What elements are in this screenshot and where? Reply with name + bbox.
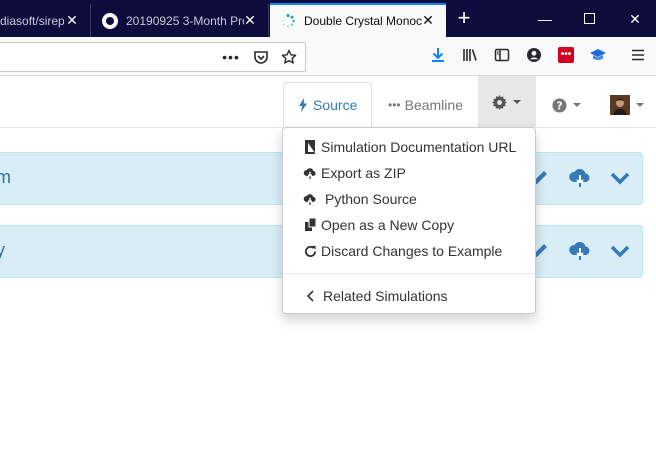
avatar xyxy=(610,95,630,115)
extension-graduation-icon[interactable] xyxy=(588,45,608,65)
menu-item-python-source[interactable]: Python Source xyxy=(283,186,535,212)
ellipsis-icon: ••• xyxy=(388,98,401,112)
menu-item-label: Discard Changes to Example xyxy=(321,243,503,259)
menu-item-label: Python Source xyxy=(325,191,417,207)
help-dropdown-toggle[interactable]: ? xyxy=(538,82,595,128)
bookmark-star-icon[interactable] xyxy=(279,47,299,67)
panel-actions xyxy=(528,240,632,262)
tab-beamline[interactable]: ••• Beamline xyxy=(374,82,477,128)
tab-beamline-label: Beamline xyxy=(404,97,463,113)
loading-spinner-icon xyxy=(281,13,295,28)
cloud-download-icon xyxy=(303,192,317,206)
menu-item-open-new-copy[interactable]: Open as a New Copy xyxy=(283,212,535,238)
window-close-icon[interactable]: ✕ xyxy=(625,9,645,29)
user-dropdown-toggle[interactable] xyxy=(596,82,656,128)
library-icon[interactable] xyxy=(460,45,480,65)
settings-dropdown-menu: Simulation Documentation URL Export as Z… xyxy=(282,127,536,314)
chevron-down-icon[interactable] xyxy=(608,167,632,189)
account-icon[interactable] xyxy=(524,45,544,65)
panel-actions xyxy=(528,167,632,189)
menu-item-export-zip[interactable]: Export as ZIP xyxy=(283,160,535,186)
chevron-down-icon[interactable] xyxy=(608,240,632,262)
browser-tab-2[interactable]: 20190925 3-Month Pro ✕ xyxy=(92,4,269,37)
browser-tab-bar: diasoft/sirep ✕ 20190925 3-Month Pro ✕ D… xyxy=(0,0,656,37)
new-tab-icon[interactable]: + xyxy=(455,7,473,29)
app-navbar: Source ••• Beamline ? xyxy=(0,76,656,128)
sidebar-icon[interactable] xyxy=(492,45,512,65)
minimize-icon[interactable]: — xyxy=(535,9,555,29)
cloud-download-icon[interactable] xyxy=(568,240,592,262)
close-icon[interactable]: ✕ xyxy=(242,12,258,28)
extension-icon[interactable]: ••• xyxy=(556,45,576,65)
tab-source-label: Source xyxy=(313,97,358,113)
maximize-icon[interactable] xyxy=(579,9,599,29)
svg-text:?: ? xyxy=(557,100,563,112)
menu-item-label: Export as ZIP xyxy=(321,165,406,181)
question-circle-icon: ? xyxy=(552,97,567,113)
github-icon xyxy=(102,12,118,29)
gear-icon xyxy=(492,94,507,110)
caret-down-icon xyxy=(573,103,581,107)
menu-item-discard-changes[interactable]: Discard Changes to Example xyxy=(283,238,535,264)
tab-title: diasoft/sirep xyxy=(0,13,64,28)
panel-title: m xyxy=(0,167,11,187)
chevron-left-icon xyxy=(303,289,317,303)
hamburger-menu-icon[interactable] xyxy=(628,45,648,65)
tab-source[interactable]: Source xyxy=(283,82,373,128)
cloud-download-icon[interactable] xyxy=(568,167,592,189)
panel-title: y xyxy=(0,240,5,260)
browser-tab-1[interactable]: diasoft/sirep ✕ xyxy=(0,4,91,37)
lightning-icon xyxy=(299,98,307,112)
book-icon xyxy=(303,140,317,154)
menu-item-label: Related Simulations xyxy=(323,288,448,304)
browser-toolbar: ••• ••• xyxy=(0,37,656,76)
copy-icon xyxy=(303,218,317,232)
refresh-icon xyxy=(303,244,317,258)
page-actions-icon[interactable]: ••• xyxy=(221,47,241,67)
tab-title: Double Crystal Monoc xyxy=(304,14,422,28)
caret-down-icon xyxy=(636,103,644,107)
menu-item-documentation-url[interactable]: Simulation Documentation URL xyxy=(283,134,535,160)
menu-item-label: Simulation Documentation URL xyxy=(321,139,517,155)
download-icon[interactable] xyxy=(428,45,448,65)
menu-item-related-simulations[interactable]: Related Simulations xyxy=(283,283,535,309)
menu-item-label: Open as a New Copy xyxy=(321,217,455,233)
browser-tab-3-active[interactable]: Double Crystal Monoc ✕ xyxy=(270,3,446,37)
settings-dropdown-toggle[interactable] xyxy=(478,76,536,128)
close-icon[interactable]: ✕ xyxy=(420,12,436,28)
url-bar[interactable]: ••• xyxy=(0,42,306,72)
menu-divider xyxy=(283,273,535,274)
cloud-download-icon xyxy=(303,166,317,180)
close-icon[interactable]: ✕ xyxy=(64,12,80,28)
pocket-icon[interactable] xyxy=(251,47,271,67)
caret-down-icon xyxy=(513,100,521,104)
tab-title: 20190925 3-Month Pro xyxy=(126,13,244,28)
